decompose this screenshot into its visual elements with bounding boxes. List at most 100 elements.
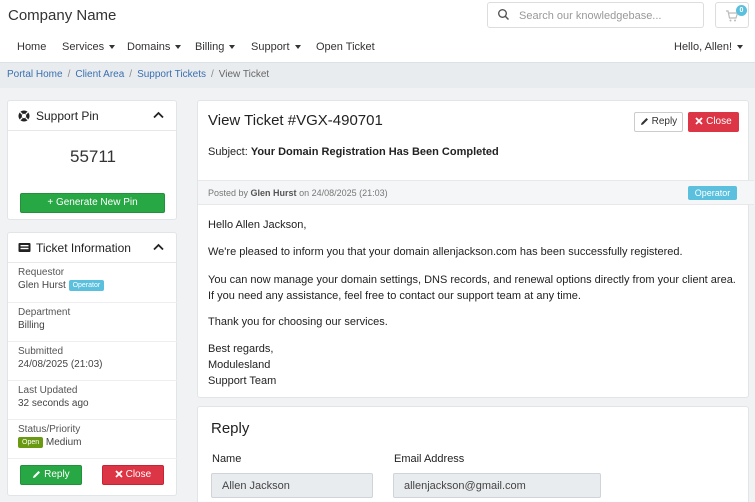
close-icon xyxy=(115,470,123,478)
status-priority-row: Status/Priority Open Medium xyxy=(8,419,178,458)
submitted-row: Submitted 24/08/2025 (21:03) xyxy=(8,341,178,380)
breadcrumb-support-tickets[interactable]: Support Tickets xyxy=(137,69,206,80)
submitted-value: 24/08/2025 (21:03) xyxy=(18,359,103,370)
email-field-label: Email Address xyxy=(394,453,465,465)
user-greeting: Hello, Allen! xyxy=(674,41,733,53)
reply-form-card: Reply Name Email Address xyxy=(197,406,749,502)
subject-text: Your Domain Registration Has Been Comple… xyxy=(250,146,499,158)
sidebar-reply-button[interactable]: Reply xyxy=(20,465,82,485)
caret-down-icon xyxy=(109,45,116,50)
submitted-label: Submitted xyxy=(18,346,64,357)
ticket-title: View Ticket #VGX-490701 xyxy=(208,112,383,129)
caret-down-icon xyxy=(175,45,182,50)
breadcrumb-current: View Ticket xyxy=(218,69,270,80)
breadcrumb-portal-home[interactable]: Portal Home xyxy=(7,69,63,80)
ticket-subject: Subject: Your Domain Registration Has Be… xyxy=(208,146,499,158)
nav-support-label: Support xyxy=(251,41,290,53)
ticket-info-header[interactable]: Ticket Information xyxy=(8,233,176,263)
status-badge: Open xyxy=(18,437,44,448)
message-paragraph: Thank you for choosing our services. xyxy=(208,316,388,328)
priority-value: Medium xyxy=(45,437,82,449)
ticket-close-label: Close xyxy=(706,116,732,127)
message-signature-team: Support Team xyxy=(208,375,277,387)
nav-billing-label: Billing xyxy=(195,41,225,53)
breadcrumb: Portal Home / Client Area / Support Tickets /… xyxy=(7,69,269,80)
last-updated-row: Last Updated 32 seconds ago xyxy=(8,380,178,419)
requestor-label: Requestor xyxy=(18,267,65,278)
nav-billing[interactable]: Billing xyxy=(195,41,236,53)
email-field[interactable] xyxy=(393,473,601,498)
cart-button[interactable]: 0 xyxy=(715,2,749,28)
breadcrumb-separator: / xyxy=(129,69,133,80)
sidebar-close-button[interactable]: Close xyxy=(102,465,164,485)
ticket-reply-button[interactable]: Reply xyxy=(634,112,683,132)
support-pin-card: Support Pin 55711 + Generate New Pin xyxy=(7,100,177,220)
operator-badge: Operator xyxy=(68,280,105,291)
ticket-close-button[interactable]: Close xyxy=(688,112,739,132)
pencil-icon xyxy=(33,470,41,478)
posted-date: on 24/08/2025 (21:03) xyxy=(299,188,388,198)
knowledgebase-search[interactable] xyxy=(487,2,704,28)
breadcrumb-separator: / xyxy=(67,69,71,80)
operator-badge: Operator xyxy=(688,186,737,200)
support-pin-header[interactable]: Support Pin xyxy=(8,101,176,131)
nav-domains[interactable]: Domains xyxy=(127,41,182,53)
message-greeting: Hello Allen Jackson, xyxy=(208,219,307,231)
reply-form-title: Reply xyxy=(211,420,250,437)
search-input[interactable] xyxy=(519,7,699,24)
breadcrumb-bar: Portal Home / Client Area / Support Tickets /… xyxy=(0,62,755,88)
last-updated-value: 32 seconds ago xyxy=(18,398,89,409)
main-navigation: Home Services Domains Billing Support Op… xyxy=(0,33,755,61)
nav-domains-label: Domains xyxy=(127,41,171,53)
close-icon xyxy=(695,117,703,125)
nav-services-label: Services xyxy=(62,41,105,53)
nav-open-ticket[interactable]: Open Ticket xyxy=(316,41,375,53)
generate-pin-button[interactable]: + Generate New Pin xyxy=(20,193,165,213)
life-ring-icon xyxy=(18,110,30,122)
ticket-info-card: Ticket Information Requestor Glen Hurst … xyxy=(7,232,178,497)
search-icon xyxy=(498,9,510,21)
name-field-label: Name xyxy=(212,453,242,465)
requestor-name: Glen Hurst xyxy=(18,280,66,292)
name-field[interactable] xyxy=(211,473,373,498)
posted-author: Glen Hurst xyxy=(250,188,297,198)
breadcrumb-separator: / xyxy=(210,69,214,80)
sidebar-reply-label: Reply xyxy=(44,469,70,480)
ticket-actions-row: Reply Close xyxy=(8,458,178,497)
requestor-row: Requestor Glen Hurst Operator xyxy=(8,263,178,302)
cart-count-badge: 0 xyxy=(736,5,747,16)
department-value: Billing xyxy=(18,320,45,331)
brand-logo[interactable]: Company Name xyxy=(8,7,116,24)
caret-down-icon xyxy=(737,45,744,50)
support-pin-title: Support Pin xyxy=(36,109,99,123)
department-row: Department Billing xyxy=(8,302,178,341)
last-updated-label: Last Updated xyxy=(18,385,78,396)
message-paragraph: You can now manage your domain settings,… xyxy=(208,274,736,302)
nav-open-ticket-label: Open Ticket xyxy=(316,41,375,53)
support-pin-value: 55711 xyxy=(69,147,116,166)
message-paragraph: We're pleased to inform you that your do… xyxy=(208,246,683,258)
caret-down-icon xyxy=(229,45,236,50)
user-menu[interactable]: Hello, Allen! xyxy=(674,41,744,53)
subject-prefix: Subject: xyxy=(208,146,248,158)
requestor-value: Glen Hurst Operator xyxy=(18,280,105,292)
status-priority-label: Status/Priority xyxy=(18,424,81,435)
chevron-up-icon[interactable] xyxy=(153,243,164,251)
posted-by-text: Posted by Glen Hurst on 24/08/2025 (21:0… xyxy=(208,188,388,198)
caret-down-icon xyxy=(294,45,301,50)
chevron-up-icon[interactable] xyxy=(153,111,164,119)
message-signature-company: Modulesland xyxy=(208,359,271,371)
status-priority-value: Open Medium xyxy=(18,437,81,448)
message-signoff: Best regards, xyxy=(208,343,274,355)
view-ticket-card: View Ticket #VGX-490701 Reply Close Subj… xyxy=(197,100,754,398)
nav-support[interactable]: Support xyxy=(251,41,301,53)
nav-home[interactable]: Home xyxy=(17,41,46,53)
ticket-reply-label: Reply xyxy=(651,116,678,127)
nav-services[interactable]: Services xyxy=(62,41,116,53)
breadcrumb-client-area[interactable]: Client Area xyxy=(75,69,124,80)
pencil-icon xyxy=(640,117,648,125)
nav-home-label: Home xyxy=(17,41,47,53)
department-label: Department xyxy=(18,307,71,318)
top-header: Company Name 0 xyxy=(0,0,755,32)
ticket-info-title: Ticket Information xyxy=(36,241,131,255)
